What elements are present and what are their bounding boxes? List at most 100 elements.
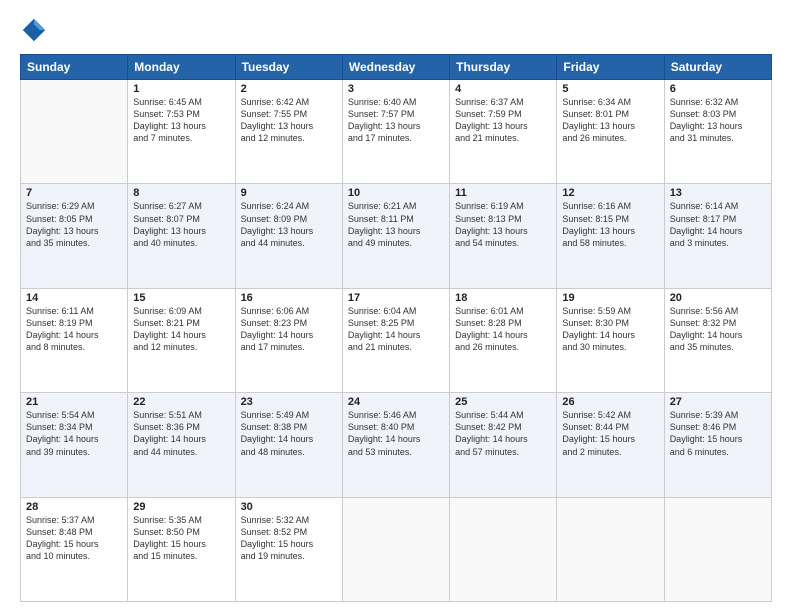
cell-line: Daylight: 13 hours [455, 225, 551, 237]
cell-line: Sunrise: 6:06 AM [241, 305, 337, 317]
cell-line: Daylight: 13 hours [562, 120, 658, 132]
day-number: 8 [133, 187, 229, 199]
calendar-cell: 1Sunrise: 6:45 AMSunset: 7:53 PMDaylight… [128, 80, 235, 184]
cell-line: Sunset: 7:55 PM [241, 108, 337, 120]
day-number: 20 [670, 292, 766, 304]
cell-line: Daylight: 13 hours [348, 225, 444, 237]
cell-line: Daylight: 15 hours [133, 538, 229, 550]
cell-line: Sunrise: 6:45 AM [133, 96, 229, 108]
header-day-friday: Friday [557, 55, 664, 80]
cell-line: Sunrise: 5:49 AM [241, 409, 337, 421]
cell-line: Sunrise: 6:01 AM [455, 305, 551, 317]
calendar-cell: 12Sunrise: 6:16 AMSunset: 8:15 PMDayligh… [557, 184, 664, 288]
calendar-cell: 9Sunrise: 6:24 AMSunset: 8:09 PMDaylight… [235, 184, 342, 288]
cell-line: and 31 minutes. [670, 132, 766, 144]
cell-line: Sunset: 8:15 PM [562, 213, 658, 225]
cell-line: and 30 minutes. [562, 341, 658, 353]
calendar-cell: 23Sunrise: 5:49 AMSunset: 8:38 PMDayligh… [235, 393, 342, 497]
calendar-cell: 8Sunrise: 6:27 AMSunset: 8:07 PMDaylight… [128, 184, 235, 288]
day-number: 17 [348, 292, 444, 304]
cell-line: Sunrise: 6:37 AM [455, 96, 551, 108]
cell-line: and 53 minutes. [348, 446, 444, 458]
day-number: 2 [241, 83, 337, 95]
calendar-cell: 27Sunrise: 5:39 AMSunset: 8:46 PMDayligh… [664, 393, 771, 497]
cell-line: Sunset: 8:30 PM [562, 317, 658, 329]
cell-line: Sunset: 8:36 PM [133, 421, 229, 433]
cell-line: Sunrise: 6:04 AM [348, 305, 444, 317]
cell-line: Daylight: 14 hours [455, 433, 551, 445]
day-number: 14 [26, 292, 122, 304]
cell-line: Daylight: 13 hours [670, 120, 766, 132]
cell-line: Daylight: 13 hours [241, 225, 337, 237]
calendar-cell: 6Sunrise: 6:32 AMSunset: 8:03 PMDaylight… [664, 80, 771, 184]
calendar-cell: 24Sunrise: 5:46 AMSunset: 8:40 PMDayligh… [342, 393, 449, 497]
cell-line: Sunset: 8:42 PM [455, 421, 551, 433]
cell-line: Sunrise: 5:39 AM [670, 409, 766, 421]
cell-line: and 15 minutes. [133, 550, 229, 562]
day-number: 12 [562, 187, 658, 199]
day-number: 9 [241, 187, 337, 199]
cell-line: Daylight: 15 hours [562, 433, 658, 445]
calendar-cell: 25Sunrise: 5:44 AMSunset: 8:42 PMDayligh… [450, 393, 557, 497]
cell-line: Sunrise: 5:37 AM [26, 514, 122, 526]
cell-line: Sunset: 8:05 PM [26, 213, 122, 225]
calendar-cell: 5Sunrise: 6:34 AMSunset: 8:01 PMDaylight… [557, 80, 664, 184]
cell-line: Sunset: 8:50 PM [133, 526, 229, 538]
cell-line: Sunrise: 6:11 AM [26, 305, 122, 317]
cell-line: Daylight: 14 hours [562, 329, 658, 341]
cell-line: and 40 minutes. [133, 237, 229, 249]
week-row-3: 14Sunrise: 6:11 AMSunset: 8:19 PMDayligh… [21, 288, 772, 392]
cell-line: Daylight: 13 hours [26, 225, 122, 237]
calendar-cell: 15Sunrise: 6:09 AMSunset: 8:21 PMDayligh… [128, 288, 235, 392]
calendar-cell: 18Sunrise: 6:01 AMSunset: 8:28 PMDayligh… [450, 288, 557, 392]
cell-line: Sunrise: 6:42 AM [241, 96, 337, 108]
cell-line: and 35 minutes. [670, 341, 766, 353]
cell-line: Sunset: 8:46 PM [670, 421, 766, 433]
cell-line: and 3 minutes. [670, 237, 766, 249]
cell-line: Daylight: 13 hours [241, 120, 337, 132]
calendar-cell: 7Sunrise: 6:29 AMSunset: 8:05 PMDaylight… [21, 184, 128, 288]
calendar-cell: 16Sunrise: 6:06 AMSunset: 8:23 PMDayligh… [235, 288, 342, 392]
cell-line: Sunset: 7:53 PM [133, 108, 229, 120]
cell-line: and 39 minutes. [26, 446, 122, 458]
cell-line: Sunset: 8:28 PM [455, 317, 551, 329]
cell-line: Daylight: 15 hours [241, 538, 337, 550]
cell-line: and 44 minutes. [133, 446, 229, 458]
cell-line: Sunset: 8:25 PM [348, 317, 444, 329]
cell-line: and 2 minutes. [562, 446, 658, 458]
day-number: 26 [562, 396, 658, 408]
cell-line: Sunset: 8:40 PM [348, 421, 444, 433]
week-row-2: 7Sunrise: 6:29 AMSunset: 8:05 PMDaylight… [21, 184, 772, 288]
cell-line: and 12 minutes. [133, 341, 229, 353]
calendar-cell: 29Sunrise: 5:35 AMSunset: 8:50 PMDayligh… [128, 497, 235, 601]
header [20, 16, 772, 44]
cell-line: Daylight: 13 hours [133, 120, 229, 132]
calendar-cell: 26Sunrise: 5:42 AMSunset: 8:44 PMDayligh… [557, 393, 664, 497]
cell-line: Sunrise: 5:51 AM [133, 409, 229, 421]
calendar-body: 1Sunrise: 6:45 AMSunset: 7:53 PMDaylight… [21, 80, 772, 602]
calendar-cell: 28Sunrise: 5:37 AMSunset: 8:48 PMDayligh… [21, 497, 128, 601]
header-day-sunday: Sunday [21, 55, 128, 80]
cell-line: Sunrise: 5:59 AM [562, 305, 658, 317]
cell-line: and 48 minutes. [241, 446, 337, 458]
day-number: 23 [241, 396, 337, 408]
header-row: SundayMondayTuesdayWednesdayThursdayFrid… [21, 55, 772, 80]
calendar-cell: 3Sunrise: 6:40 AMSunset: 7:57 PMDaylight… [342, 80, 449, 184]
day-number: 19 [562, 292, 658, 304]
header-day-wednesday: Wednesday [342, 55, 449, 80]
calendar-cell: 10Sunrise: 6:21 AMSunset: 8:11 PMDayligh… [342, 184, 449, 288]
cell-line: and 6 minutes. [670, 446, 766, 458]
day-number: 24 [348, 396, 444, 408]
cell-line: Sunset: 8:52 PM [241, 526, 337, 538]
cell-line: Daylight: 14 hours [26, 433, 122, 445]
cell-line: and 58 minutes. [562, 237, 658, 249]
cell-line: Daylight: 15 hours [26, 538, 122, 550]
day-number: 15 [133, 292, 229, 304]
cell-line: and 49 minutes. [348, 237, 444, 249]
cell-line: Sunset: 7:59 PM [455, 108, 551, 120]
day-number: 7 [26, 187, 122, 199]
cell-line: Daylight: 13 hours [455, 120, 551, 132]
week-row-4: 21Sunrise: 5:54 AMSunset: 8:34 PMDayligh… [21, 393, 772, 497]
calendar-cell: 21Sunrise: 5:54 AMSunset: 8:34 PMDayligh… [21, 393, 128, 497]
cell-line: and 17 minutes. [241, 341, 337, 353]
